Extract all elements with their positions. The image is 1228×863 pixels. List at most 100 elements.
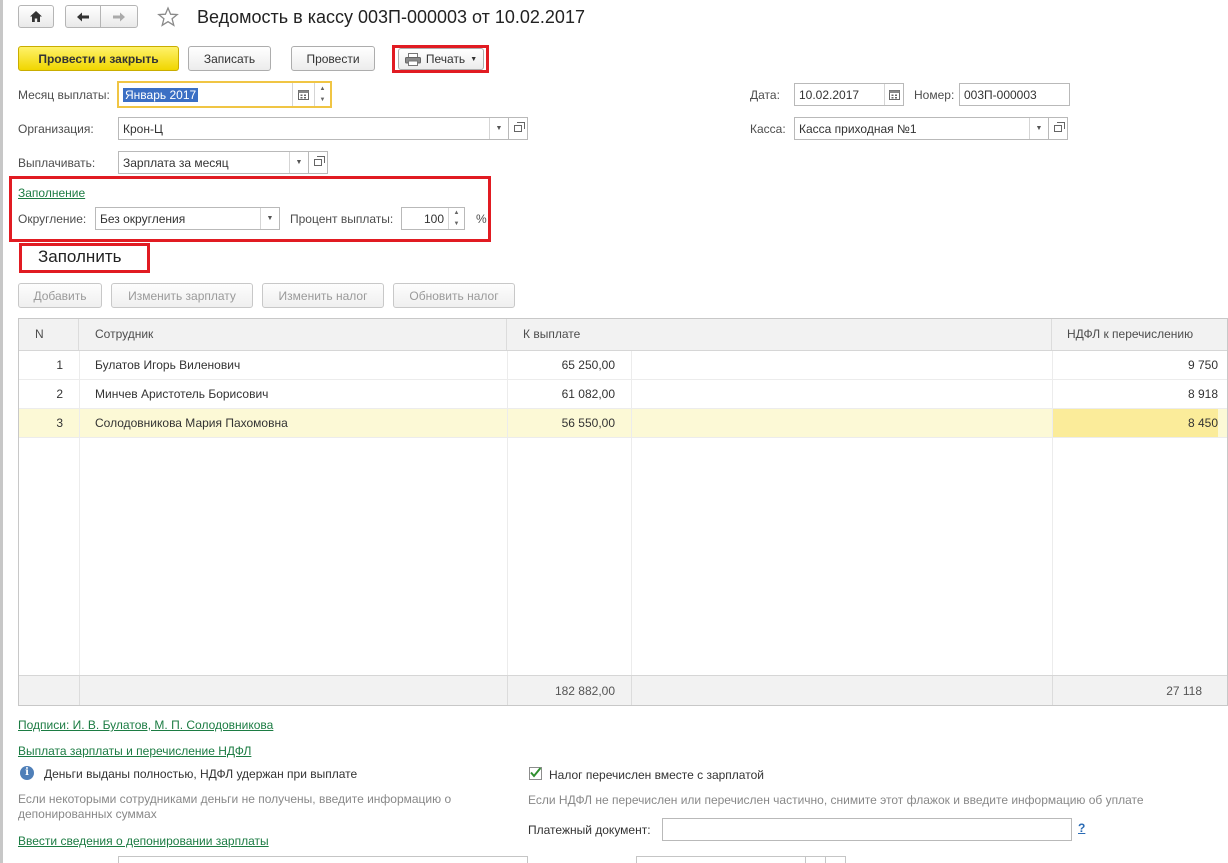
org-open-button[interactable] xyxy=(509,117,528,140)
arrow-left-icon xyxy=(77,12,89,21)
chevron-down-icon[interactable]: ▼ xyxy=(449,219,464,230)
org-field[interactable]: Крон-Ц ▼ xyxy=(118,117,509,140)
open-window-icon xyxy=(1054,122,1065,132)
chevron-up-icon[interactable]: ▲ xyxy=(315,83,330,95)
row-amount: 65 250,00 xyxy=(561,358,615,372)
checkmark-icon xyxy=(530,767,542,778)
post-button[interactable]: Провести xyxy=(291,46,375,71)
org-value[interactable]: Крон-Ц xyxy=(119,122,489,136)
home-button[interactable] xyxy=(18,5,54,28)
chevron-up-icon[interactable]: ▲ xyxy=(449,208,464,219)
table-row[interactable]: 2 Минчев Аристотель Борисович 61 082,00 … xyxy=(19,380,1227,409)
tax-hint: Если НДФЛ не перечислен или перечислен ч… xyxy=(528,793,1144,807)
change-salary-button[interactable]: Изменить зарплату xyxy=(111,283,253,308)
column-header-employee[interactable]: Сотрудник xyxy=(79,319,507,350)
cut-off-field[interactable] xyxy=(636,856,846,863)
cash-field[interactable]: Касса приходная №1 ▼ xyxy=(794,117,1049,140)
payment-doc-label: Платежный документ: xyxy=(528,823,651,837)
rounding-field[interactable]: Без округления ▼ xyxy=(95,207,280,230)
percent-unit: % xyxy=(476,212,487,226)
row-employee: Солодовникова Мария Пахомовна xyxy=(95,416,288,430)
row-number: 1 xyxy=(56,358,63,372)
column-header-tax[interactable]: НДФЛ к перечислению xyxy=(1052,319,1227,350)
row-tax: 8 918 xyxy=(1187,387,1218,401)
cash-value[interactable]: Касса приходная №1 xyxy=(795,122,1029,136)
calendar-button[interactable] xyxy=(292,83,314,106)
column-divider xyxy=(631,351,632,675)
pay-value[interactable]: Зарплата за месяц xyxy=(119,156,289,170)
table-row[interactable]: 1 Булатов Игорь Виленович 65 250,00 9 75… xyxy=(19,351,1227,380)
month-value[interactable]: Январь 2017 xyxy=(123,87,199,102)
tax-paid-label[interactable]: Налог перечислен вместе с зарплатой xyxy=(549,767,764,783)
column-header-amount[interactable]: К выплате xyxy=(507,319,1052,350)
open-window-icon xyxy=(514,122,525,132)
payout-link[interactable]: Выплата зарплаты и перечисление НДФЛ xyxy=(18,743,251,759)
add-row-button[interactable]: Добавить xyxy=(18,283,102,308)
pay-dropdown-icon[interactable]: ▼ xyxy=(289,152,308,173)
date-label: Дата: xyxy=(750,88,780,102)
column-divider xyxy=(79,351,80,675)
fill-button[interactable]: Заполнить xyxy=(38,246,121,268)
percent-field[interactable]: 100 ▲ ▼ xyxy=(401,207,465,230)
info-text: Деньги выданы полностью, НДФЛ удержан пр… xyxy=(44,767,358,781)
date-field[interactable]: 10.02.2017 xyxy=(794,83,904,106)
payment-doc-field[interactable] xyxy=(662,818,1072,841)
cut-off-field[interactable] xyxy=(118,856,528,863)
back-button[interactable] xyxy=(65,5,101,28)
rounding-value[interactable]: Без округления xyxy=(96,212,260,226)
row-number: 3 xyxy=(56,416,63,430)
row-tax[interactable]: 8 450 xyxy=(1052,409,1218,437)
open-window-icon xyxy=(314,156,325,166)
signatures-link[interactable]: Подписи: И. В. Булатов, М. П. Солодовник… xyxy=(18,717,273,733)
deposit-link[interactable]: Ввести сведения о депонировании зарплаты xyxy=(18,833,269,849)
employees-table[interactable]: N Сотрудник К выплате НДФЛ к перечислени… xyxy=(18,318,1228,706)
page-title: Ведомость в кассу 003П-000003 от 10.02.2… xyxy=(197,7,585,27)
total-amount: 182 882,00 xyxy=(554,684,615,698)
column-header-n[interactable]: N xyxy=(19,319,79,350)
update-tax-button[interactable]: Обновить налог xyxy=(393,283,515,308)
save-button[interactable]: Записать xyxy=(188,46,271,71)
pay-open-button[interactable] xyxy=(309,151,328,174)
total-tax: 27 118 xyxy=(1166,684,1202,698)
chevron-down-icon[interactable]: ▼ xyxy=(315,95,330,107)
row-number: 2 xyxy=(56,387,63,401)
date-calendar-button[interactable] xyxy=(884,84,903,105)
cut-off-field-divider xyxy=(825,856,826,863)
filling-section-link[interactable]: Заполнение xyxy=(18,185,85,201)
rounding-dropdown-icon[interactable]: ▼ xyxy=(260,208,279,229)
favorite-star-icon[interactable] xyxy=(157,6,179,28)
table-row-selected[interactable]: 3 Солодовникова Мария Пахомовна 56 550,0… xyxy=(19,409,1227,438)
left-frame-edge xyxy=(0,0,3,863)
org-dropdown-icon[interactable]: ▼ xyxy=(489,118,508,139)
info-icon: i xyxy=(20,766,34,780)
pay-field[interactable]: Зарплата за месяц ▼ xyxy=(118,151,309,174)
forward-button[interactable] xyxy=(100,5,138,28)
month-stepper[interactable]: ▲ ▼ xyxy=(314,83,330,106)
number-value[interactable]: 003П-000003 xyxy=(960,88,1069,102)
help-icon[interactable]: ? xyxy=(1078,820,1085,836)
percent-stepper[interactable]: ▲ ▼ xyxy=(448,208,464,229)
row-employee: Минчев Аристотель Борисович xyxy=(95,387,269,401)
month-field[interactable]: Январь 2017 ▲ ▼ xyxy=(117,81,332,108)
date-value[interactable]: 10.02.2017 xyxy=(795,88,884,102)
arrow-right-icon xyxy=(113,12,125,21)
home-icon xyxy=(30,11,42,22)
info-hint: Если некоторыми сотрудниками деньги не п… xyxy=(18,792,452,821)
org-label: Организация: xyxy=(18,122,94,136)
pay-label: Выплачивать: xyxy=(18,156,96,170)
post-and-close-button[interactable]: Провести и закрыть xyxy=(18,46,179,71)
number-field[interactable]: 003П-000003 xyxy=(959,83,1070,106)
column-divider xyxy=(507,351,508,675)
cash-label: Касса: xyxy=(750,122,786,136)
percent-value[interactable]: 100 xyxy=(402,212,448,226)
change-tax-button[interactable]: Изменить налог xyxy=(262,283,384,308)
cash-open-button[interactable] xyxy=(1049,117,1068,140)
table-header: N Сотрудник К выплате НДФЛ к перечислени… xyxy=(19,319,1227,351)
number-label: Номер: xyxy=(914,88,955,102)
percent-label: Процент выплаты: xyxy=(290,212,394,226)
tax-paid-checkbox[interactable] xyxy=(529,767,542,780)
month-label: Месяц выплаты: xyxy=(18,88,110,102)
cash-dropdown-icon[interactable]: ▼ xyxy=(1029,118,1048,139)
rounding-label: Округление: xyxy=(18,212,87,226)
row-employee: Булатов Игорь Виленович xyxy=(95,358,241,372)
